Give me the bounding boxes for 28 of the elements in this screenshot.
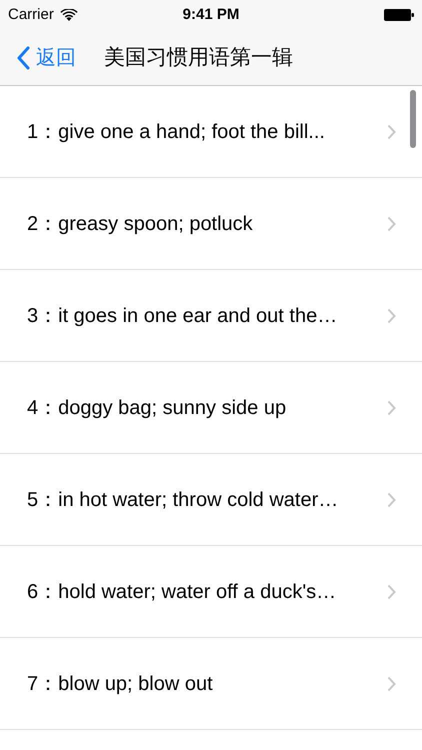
row-title: 7：blow up; blow out <box>27 672 214 696</box>
list-row[interactable]: 2：greasy spoon; potluck <box>0 178 422 270</box>
chevron-icon <box>387 676 396 692</box>
navigation-title: 美国习惯用语第一辑 <box>104 44 293 71</box>
chevron-icon <box>387 216 396 232</box>
battery-icon <box>384 9 414 21</box>
scroll-indicator <box>410 90 416 148</box>
row-title: 5：in hot water; throw cold water… <box>27 488 340 512</box>
chevron-icon <box>387 584 396 600</box>
carrier-label: Carrier <box>8 4 54 25</box>
row-title: 3：it goes in one ear and out the… <box>27 304 338 328</box>
list-row[interactable]: 4：doggy bag; sunny side up <box>0 362 422 454</box>
list-row[interactable]: 7：blow up; blow out <box>0 638 422 730</box>
list-row[interactable]: 3：it goes in one ear and out the… <box>0 270 422 362</box>
chevron-icon <box>387 492 396 508</box>
chevron-icon <box>387 400 396 416</box>
row-title: 1：give one a hand; foot the bill... <box>27 120 326 144</box>
row-title: 6：hold water; water off a duck's… <box>27 580 338 604</box>
row-title: 4：doggy bag; sunny side up <box>27 396 288 420</box>
back-chevron-icon <box>16 46 30 70</box>
back-button[interactable]: 返回 <box>16 42 76 72</box>
list-row[interactable]: 5：in hot water; throw cold water… <box>0 454 422 546</box>
row-title: 2：greasy spoon; potluck <box>27 212 254 236</box>
list-row[interactable]: 6：hold water; water off a duck's… <box>0 546 422 638</box>
chevron-icon <box>387 308 396 324</box>
status-time: 9:41 PM <box>182 4 240 25</box>
chevron-icon <box>387 124 396 140</box>
wifi-icon <box>60 8 78 22</box>
